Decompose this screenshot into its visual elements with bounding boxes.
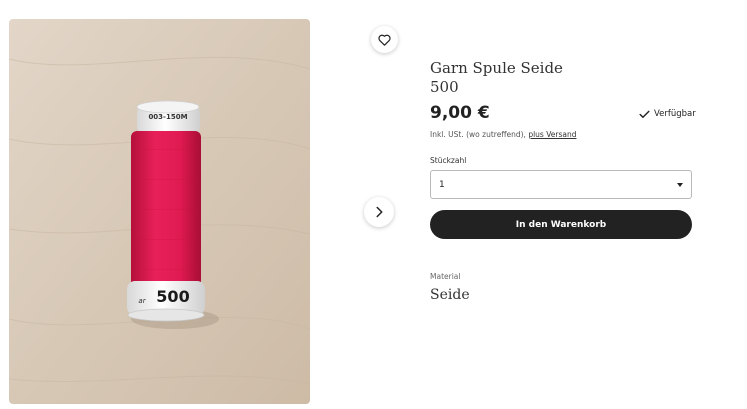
heart-icon <box>378 34 391 46</box>
availability-status: Verfügbar <box>639 109 696 119</box>
svg-text:ar: ar <box>138 297 146 305</box>
quantity-select[interactable]: 1 <box>430 170 692 199</box>
chevron-down-icon <box>677 182 683 187</box>
thread-spool-photo: 003-150M 500 ar <box>9 19 310 404</box>
favorite-button[interactable] <box>371 26 398 53</box>
availability-label: Verfügbar <box>654 109 696 119</box>
shipping-link[interactable]: plus Versand <box>528 130 576 139</box>
check-icon <box>639 110 650 118</box>
product-title-line1: Garn Spule Seide <box>430 59 563 77</box>
product-image[interactable]: 003-150M 500 ar <box>9 19 310 404</box>
product-title-line2: 500 <box>430 78 459 96</box>
add-to-cart-button[interactable]: In den Warenkorb <box>430 210 692 239</box>
chevron-right-icon <box>376 206 382 218</box>
spool-bottom-label: 500 <box>156 287 189 306</box>
material-value: Seide <box>430 287 470 303</box>
quantity-label: Stückzahl <box>430 156 467 165</box>
product-price: 9,00 € <box>430 103 490 123</box>
tax-note: Inkl. USt. (wo zutreffend), plus Versand <box>430 130 576 139</box>
spool-top-label: 003-150M <box>148 113 187 121</box>
material-label: Material <box>430 272 461 281</box>
tax-note-text: Inkl. USt. (wo zutreffend), <box>430 130 529 139</box>
next-image-button[interactable] <box>364 197 394 227</box>
product-title: Garn Spule Seide 500 <box>430 59 690 97</box>
quantity-value: 1 <box>439 179 445 190</box>
